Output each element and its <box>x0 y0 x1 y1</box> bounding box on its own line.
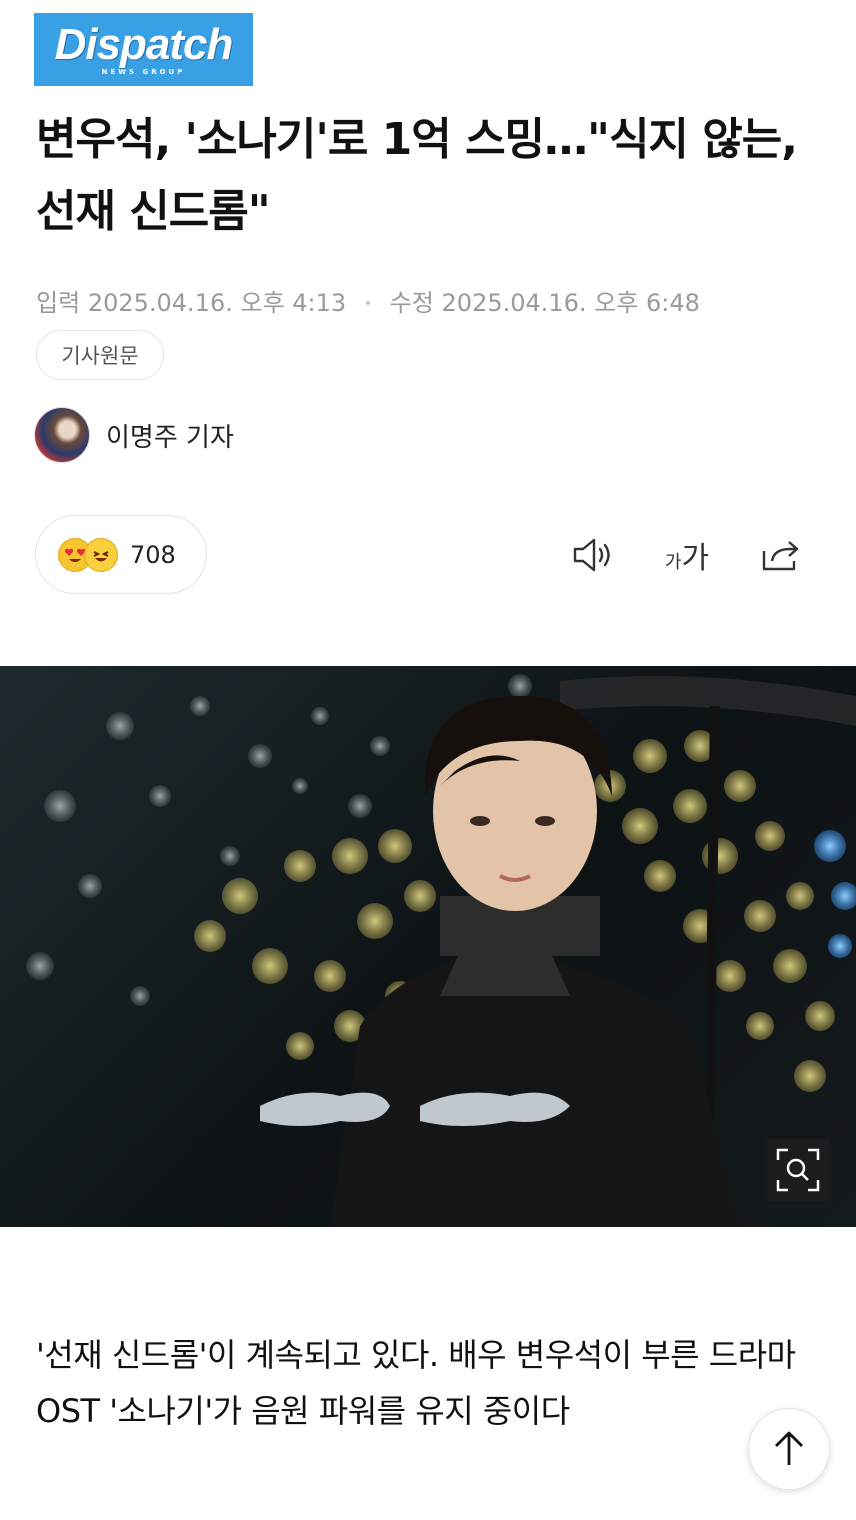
dispatch-logo[interactable]: Dispatch NEWS GROUP <box>34 13 253 86</box>
laughing-emoji-icon <box>84 537 118 572</box>
logo-subtext: NEWS GROUP <box>101 68 186 76</box>
modified-label: 수정 <box>389 289 434 317</box>
author-block[interactable]: 이명주 기자 <box>34 407 234 463</box>
reaction-count: 708 <box>130 540 176 569</box>
reaction-button[interactable]: 708 <box>35 515 207 594</box>
modified-date: 2025.04.16. 오후 6:48 <box>441 289 700 317</box>
photo-zoom-button[interactable] <box>767 1139 829 1201</box>
original-article-button[interactable]: 기사원문 <box>36 330 164 380</box>
article-photo[interactable] <box>0 666 856 1227</box>
photo-illustration <box>26 674 856 1227</box>
font-size-icon: 가가 <box>665 533 709 577</box>
avatar[interactable] <box>34 407 90 463</box>
font-large-glyph: 가 <box>681 541 710 576</box>
speaker-icon <box>573 538 610 572</box>
read-aloud-button[interactable] <box>568 532 618 578</box>
font-size-button[interactable]: 가가 <box>658 532 716 578</box>
article-body: '선재 신드롬'이 계속되고 있다. 배우 변우석이 부른 드라마 OST '소… <box>36 1336 796 1430</box>
published-label: 입력 <box>36 289 81 317</box>
published-date: 2025.04.16. 오후 4:13 <box>87 289 347 317</box>
share-icon <box>762 541 799 571</box>
scroll-to-top-button[interactable] <box>748 1408 830 1490</box>
arrow-up-icon <box>775 1431 803 1465</box>
meta-separator: • <box>363 296 373 312</box>
author-name[interactable]: 이명주 기자 <box>106 417 234 454</box>
article-meta: 입력 2025.04.16. 오후 4:13 • 수정 2025.04.16. … <box>36 283 700 318</box>
article-title: 변우석, '소나기'로 1억 스밍…"식지 않는, 선재 신드롬" <box>36 114 798 237</box>
zoom-icon <box>776 1148 820 1192</box>
font-small-glyph: 가 <box>664 552 682 573</box>
share-button[interactable] <box>756 532 804 578</box>
logo-text: Dispatch <box>54 20 234 69</box>
